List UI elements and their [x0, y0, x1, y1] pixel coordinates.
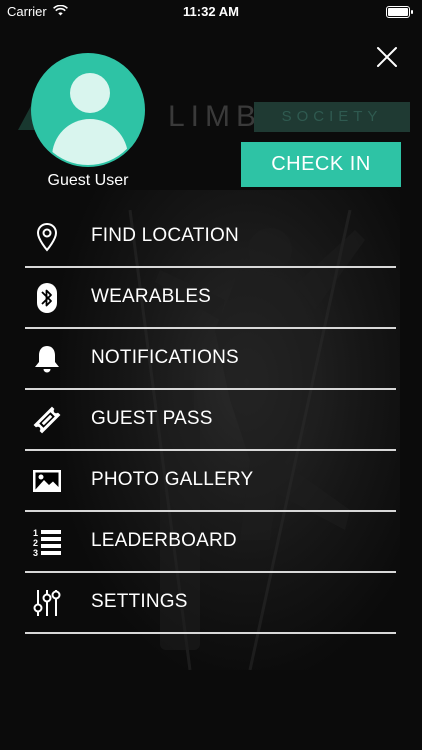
menu-item-label: WEARABLES: [91, 286, 212, 307]
menu-item-photo-gallery[interactable]: PHOTO GALLERY: [25, 451, 396, 512]
location-pin-icon: [36, 222, 58, 252]
menu-item-label: LEADERBOARD: [91, 530, 237, 551]
bell-icon: [35, 346, 59, 373]
status-time: 11:32 AM: [183, 4, 239, 19]
numbered-list-icon: 1 2 3: [33, 528, 61, 558]
menu-item-wearables[interactable]: WEARABLES: [25, 268, 396, 329]
menu-item-label: FIND LOCATION: [91, 225, 239, 246]
menu-item-label: SETTINGS: [91, 591, 188, 612]
menu-item-leaderboard[interactable]: 1 2 3 LEADERBOARD: [25, 512, 396, 573]
sliders-icon: [33, 590, 61, 616]
menu-item-settings[interactable]: SETTINGS: [25, 573, 396, 634]
image-icon: [33, 470, 61, 492]
avatar-head: [70, 73, 110, 113]
svg-text:3: 3: [33, 548, 38, 558]
status-bar: Carrier 11:32 AM: [0, 0, 422, 22]
user-name: Guest User: [47, 172, 129, 189]
avatar[interactable]: [31, 53, 145, 167]
svg-text:1: 1: [33, 528, 38, 538]
battery-icon: [386, 6, 413, 18]
ticket-icon: [33, 406, 61, 434]
svg-text:2: 2: [33, 538, 38, 548]
side-menu: FIND LOCATION WEARABLES NOTIFICATIONS GU…: [25, 207, 396, 634]
menu-item-label: PHOTO GALLERY: [91, 469, 254, 490]
logo-tag: SOCIETY: [254, 102, 410, 132]
menu-item-find-location[interactable]: FIND LOCATION: [25, 207, 396, 268]
menu-item-label: GUEST PASS: [91, 408, 213, 429]
bluetooth-icon: [37, 283, 57, 313]
check-in-button[interactable]: CHECK IN: [241, 142, 401, 187]
menu-item-label: NOTIFICATIONS: [91, 347, 239, 368]
menu-item-notifications[interactable]: NOTIFICATIONS: [25, 329, 396, 390]
logo-word: LIMB: [168, 100, 263, 133]
close-icon[interactable]: [374, 44, 400, 70]
avatar-body: [52, 119, 128, 165]
menu-item-guest-pass[interactable]: GUEST PASS: [25, 390, 396, 451]
